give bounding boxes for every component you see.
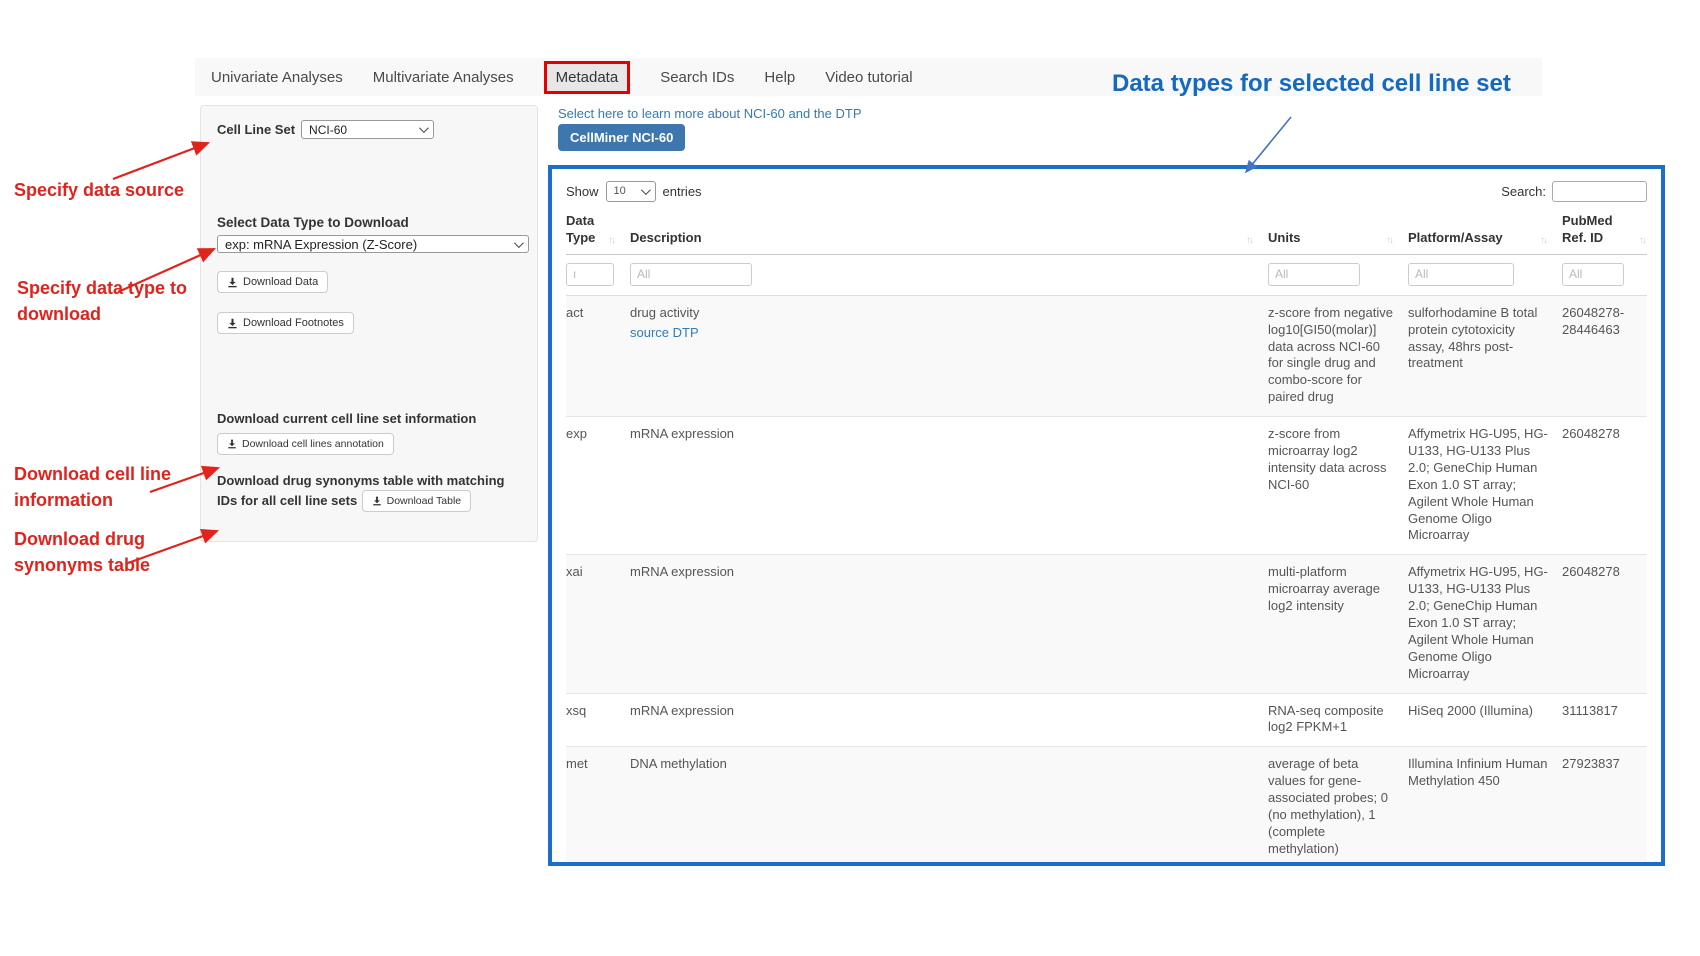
filter-input-pubmed[interactable] [1562,263,1624,286]
page-length-select[interactable]: 10 [606,181,656,202]
page-length-value: 10 [614,185,626,197]
column-label: PubMed Ref. ID [1562,213,1639,247]
cellminer-nci60-button[interactable]: CellMiner NCI-60 [558,124,685,151]
sort-icon[interactable]: ↑↓ [608,234,616,247]
table-header-row: Data Type ↑↓ Description ↑↓ Units ↑↓ Pla… [566,213,1647,255]
download-table-button[interactable]: Download Table [362,490,472,512]
cell-description: DNA methylation [630,756,1254,857]
annotation-specify-data-source: Specify data source [14,177,184,203]
annotation-specify-data-type: Specify data type to download [17,275,217,327]
download-cell-lines-annotation-button[interactable]: Download cell lines annotation [217,433,394,455]
cell-pubmed: 27923837 [1562,756,1647,857]
column-label: Data Type [566,213,608,247]
table-filter-row [566,255,1647,296]
filter-input-description[interactable] [630,263,752,286]
nav-video-tutorial[interactable]: Video tutorial [825,69,912,86]
cell-data-type: met [566,756,616,857]
cell-platform: Illumina Infinium Human Methylation 450 [1408,756,1548,857]
show-label: Show [566,184,599,199]
cell-line-set-value: NCI-60 [309,123,347,137]
column-label: Description [630,230,702,247]
sort-icon[interactable]: ↑↓ [1246,234,1254,247]
cell-description: mRNA expression [630,703,1254,737]
table-row: act drug activity source DTP z-score fro… [566,296,1647,417]
download-data-label: Download Data [243,276,318,288]
data-types-table: Show 10 entries Search: Data Type ↑↓ Des… [548,165,1665,866]
learn-more-link[interactable]: Select here to learn more about NCI-60 a… [558,106,862,121]
cell-data-type: exp [566,426,616,544]
cell-description: drug activity source DTP [630,305,1254,406]
cell-pubmed: 26048278-28446463 [1562,305,1647,406]
blue-arrow-data-types [1246,117,1291,172]
download-footnotes-label: Download Footnotes [243,317,344,329]
cell-units: average of beta values for gene-associat… [1268,756,1394,857]
chevron-down-icon [419,123,429,133]
cell-pubmed: 26048278 [1562,426,1647,544]
sort-icon[interactable]: ↑↓ [1386,234,1394,247]
cell-units: z-score from microarray log2 intensity d… [1268,426,1394,544]
cell-units: z-score from negative log10[GI50(molar)]… [1268,305,1394,406]
column-header-description[interactable]: Description ↑↓ [630,213,1254,247]
nav-univariate-analyses[interactable]: Univariate Analyses [211,69,343,86]
nav-help[interactable]: Help [764,69,795,86]
download-icon [372,496,382,506]
chevron-down-icon [640,185,650,195]
download-data-button[interactable]: Download Data [217,271,328,293]
cell-description: mRNA expression [630,426,1254,544]
table-row: xsq mRNA expression RNA-seq composite lo… [566,694,1647,748]
cell-units: RNA-seq composite log2 FPKM+1 [1268,703,1394,737]
nav-multivariate-analyses[interactable]: Multivariate Analyses [373,69,514,86]
filter-input-units[interactable] [1268,263,1360,286]
data-type-select[interactable]: exp: mRNA Expression (Z-Score) [217,235,529,253]
annotation-download-cell-line-info: Download cell line information [14,461,194,513]
column-header-units[interactable]: Units ↑↓ [1268,213,1394,247]
filter-input-platform[interactable] [1408,263,1514,286]
download-icon [227,318,238,329]
nav-search-ids[interactable]: Search IDs [660,69,734,86]
cell-platform: Affymetrix HG-U95, HG-U133, HG-U133 Plus… [1408,426,1548,544]
cell-data-type: xai [566,564,616,682]
description-text: drug activity [630,305,699,320]
download-table-label: Download Table [387,495,462,507]
search-label: Search: [1501,184,1546,199]
cell-pubmed: 31113817 [1562,703,1647,737]
annotation-heading-data-types: Data types for selected cell line set [1112,70,1511,98]
table-row: xai mRNA expression multi-platform micro… [566,555,1647,693]
download-icon [227,439,237,449]
column-label: Platform/Assay [1408,230,1503,247]
entries-label: entries [663,184,702,199]
filter-input-data-type[interactable] [566,263,614,286]
cell-line-set-select[interactable]: NCI-60 [301,120,434,139]
download-cell-lines-annotation-label: Download cell lines annotation [242,438,384,450]
sort-icon[interactable]: ↑↓ [1540,234,1548,247]
column-header-platform-assay[interactable]: Platform/Assay ↑↓ [1408,213,1548,247]
source-dtp-link[interactable]: source DTP [630,325,699,342]
download-options-panel: Cell Line Set NCI-60 Select Data Type to… [200,105,538,542]
table-row: met DNA methylation average of beta valu… [566,747,1647,866]
select-data-type-label: Select Data Type to Download [217,215,521,230]
red-arrow-data-source [113,143,208,179]
column-header-data-type[interactable]: Data Type ↑↓ [566,213,616,247]
search-input[interactable] [1552,181,1647,202]
annotation-download-drug-synonyms: Download drug synonyms table [14,526,194,578]
cell-platform: sulforhodamine B total protein cytotoxic… [1408,305,1548,406]
cell-data-type: xsq [566,703,616,737]
download-footnotes-button[interactable]: Download Footnotes [217,312,354,334]
cell-platform: Affymetrix HG-U95, HG-U133, HG-U133 Plus… [1408,564,1548,682]
cell-units: multi-platform microarray average log2 i… [1268,564,1394,682]
cell-data-type: act [566,305,616,406]
cell-pubmed: 26048278 [1562,564,1647,682]
nav-metadata-active-tab[interactable]: Metadata [544,61,631,94]
cell-line-info-heading: Download current cell line set informati… [217,410,521,428]
chevron-down-icon [514,238,524,248]
sort-icon[interactable]: ↑↓ [1639,234,1647,247]
cell-platform: HiSeq 2000 (Illumina) [1408,703,1548,737]
data-type-value: exp: mRNA Expression (Z-Score) [225,237,417,252]
column-label: Units [1268,230,1301,247]
download-icon [227,277,238,288]
table-row: exp mRNA expression z-score from microar… [566,417,1647,555]
cell-description: mRNA expression [630,564,1254,682]
column-header-pubmed-ref-id[interactable]: PubMed Ref. ID ↑↓ [1562,213,1647,247]
cell-line-set-label: Cell Line Set [217,122,295,137]
